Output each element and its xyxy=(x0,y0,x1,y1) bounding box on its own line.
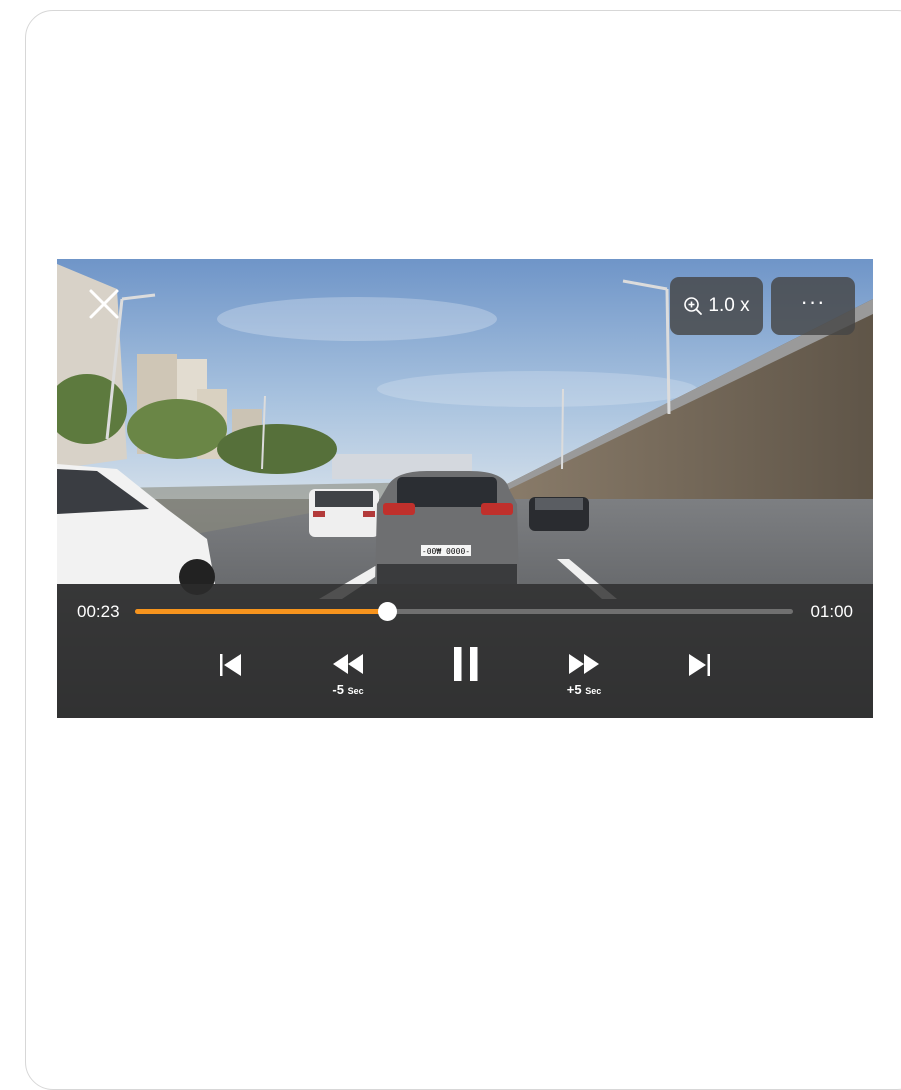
previous-button[interactable] xyxy=(219,652,243,678)
license-plate: -00₩ 0000- xyxy=(422,547,470,556)
playback-controls: 00:23 01:00 -5 Sec +5 Sec xyxy=(57,584,873,718)
rewind-button[interactable] xyxy=(331,652,365,676)
close-icon xyxy=(89,289,119,319)
seek-bar[interactable] xyxy=(135,602,793,621)
pause-icon xyxy=(454,647,478,681)
zoom-button[interactable]: 1.0 x xyxy=(670,277,763,335)
next-button[interactable] xyxy=(687,652,711,678)
more-options-button[interactable]: ··· xyxy=(771,277,855,335)
zoom-in-icon xyxy=(684,297,703,315)
rewind-unit: Sec xyxy=(347,686,364,696)
fast-forward-unit: Sec xyxy=(585,686,602,696)
seek-bar-progress xyxy=(135,609,387,614)
zoom-level-label: 1.0 x xyxy=(708,295,750,316)
seek-bar-thumb[interactable] xyxy=(378,602,397,621)
fast-forward-button[interactable] xyxy=(567,652,601,676)
video-player[interactable]: -00₩ 0000- 1.0 x ··· 00:23 01:00 -5 Sec … xyxy=(57,259,873,718)
fast-forward-icon xyxy=(569,654,599,674)
skip-previous-icon xyxy=(220,654,241,676)
rewind-icon xyxy=(333,654,363,674)
skip-next-icon xyxy=(689,654,710,676)
more-icon: ··· xyxy=(800,289,826,314)
rewind-label: -5 Sec xyxy=(318,682,378,697)
pause-button[interactable] xyxy=(453,646,479,682)
close-button[interactable] xyxy=(87,287,121,321)
fast-forward-label: +5 Sec xyxy=(554,682,614,697)
fast-forward-amount: +5 xyxy=(566,682,582,697)
current-time: 00:23 xyxy=(77,602,120,621)
rewind-amount: -5 xyxy=(332,682,344,697)
total-duration: 01:00 xyxy=(810,602,853,621)
